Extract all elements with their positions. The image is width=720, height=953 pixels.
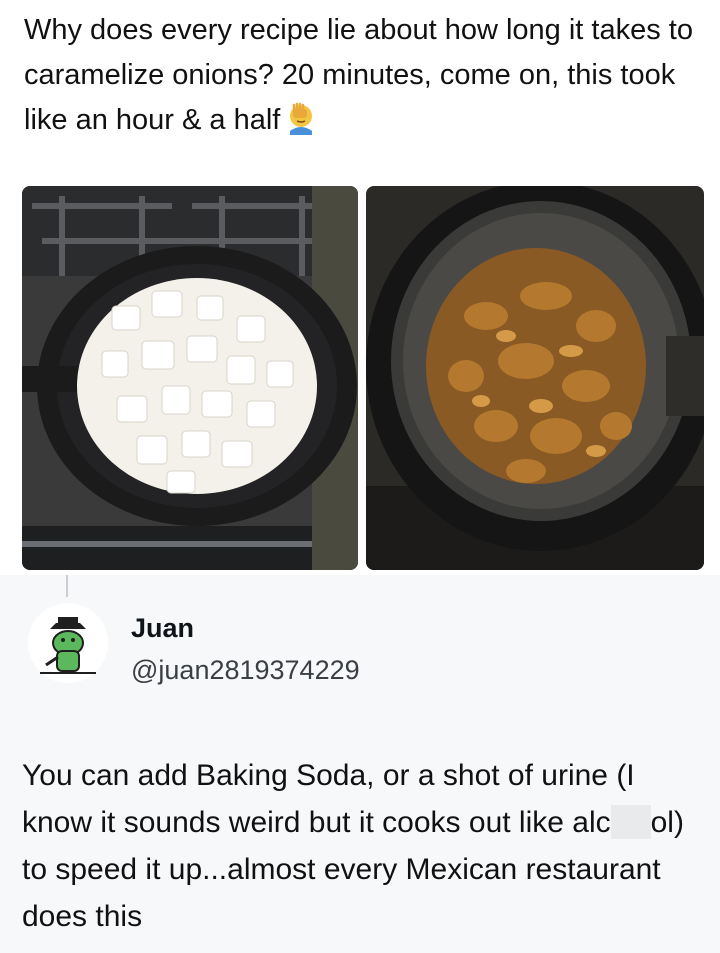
caramelized-onions-image (366, 186, 704, 570)
post-text: Why does every recipe lie about how long… (24, 8, 714, 143)
raw-onions-photo[interactable] (22, 186, 358, 570)
redaction-box (610, 805, 651, 839)
reply-user-handle[interactable]: @juan2819374229 (131, 655, 360, 686)
original-post: Why does every recipe lie about how long… (0, 0, 720, 575)
post-text-body: Why does every recipe lie about how long… (24, 14, 693, 136)
facepalm-emoji-icon (290, 102, 313, 135)
caramelized-onions-photo[interactable] (366, 186, 704, 570)
avatar[interactable] (28, 603, 108, 683)
reply-text: You can add Baking Soda, or a shot of ur… (22, 752, 712, 940)
frog-cowboy-avatar-icon (28, 603, 108, 683)
reply-display-name[interactable]: Juan (131, 613, 194, 644)
reply-text-part1: You can add Baking Soda, or a shot of ur… (22, 759, 635, 839)
thread-connector-line (66, 575, 68, 597)
raw-onions-image (22, 186, 358, 570)
